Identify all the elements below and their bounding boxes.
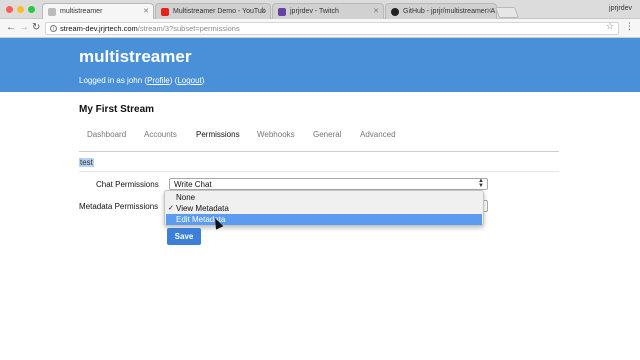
login-status: Logged in as john (Profile) (Logout) (79, 76, 204, 85)
checkmark-icon: ✓ (168, 205, 174, 212)
stream-title: My First Stream (79, 104, 155, 115)
option-none[interactable]: None (166, 192, 482, 203)
browser-toolbar: ← → ↻ i stream-dev.jrjrtech.com/stream/3… (0, 19, 640, 38)
tab-permissions[interactable]: Permissions (196, 130, 240, 139)
option-view-metadata[interactable]: ✓ View Metadata (166, 203, 482, 214)
reload-icon[interactable]: ↻ (32, 22, 40, 34)
divider (79, 171, 559, 172)
close-icon[interactable]: ✕ (486, 7, 492, 15)
forward-arrow-icon[interactable]: → (19, 22, 29, 34)
tab-title: jprjrdev - Twitch (290, 8, 339, 15)
login-prefix: Logged in as john ( (79, 76, 148, 85)
tab-title: GitHub - jprjr/multistreamer: A (403, 8, 496, 15)
chat-permissions-select[interactable]: Write Chat ▲ ▼ (169, 178, 488, 190)
url-host: stream-dev.jrjrtech.com (60, 24, 138, 33)
url-path: /stream/3?subset=permissions (137, 24, 240, 33)
close-window-button[interactable] (6, 6, 13, 13)
stream-tabs: Dashboard Accounts Permissions Webhooks … (79, 124, 559, 152)
option-label: View Metadata (176, 204, 229, 213)
browser-tab-github[interactable]: GitHub - jprjr/multistreamer: A ✕ (385, 3, 497, 19)
address-bar-input[interactable]: i stream-dev.jrjrtech.com/stream/3?subse… (45, 22, 619, 35)
info-icon[interactable]: i (50, 25, 57, 32)
browser-profile-name[interactable]: jprjrdev (609, 5, 632, 12)
tab-title: multistreamer (60, 8, 103, 15)
logout-link[interactable]: Logout (177, 76, 201, 85)
site-header: multistreamer Logged in as john (Profile… (0, 38, 640, 92)
site-title[interactable]: multistreamer (79, 47, 191, 67)
github-icon (391, 8, 399, 16)
tab-title: Multistreamer Demo - YouTub (173, 8, 266, 15)
browser-tab-multistreamer[interactable]: multistreamer ✕ (42, 3, 154, 20)
close-icon[interactable]: ✕ (143, 7, 149, 15)
tab-advanced[interactable]: Advanced (360, 130, 396, 139)
bookmark-star-icon[interactable]: ☆ (606, 21, 614, 32)
tab-accounts[interactable]: Accounts (144, 130, 177, 139)
close-icon[interactable]: ✕ (373, 7, 379, 15)
browser-menu-icon[interactable]: ⋮ (625, 21, 634, 32)
page-icon (48, 8, 56, 16)
select-arrows-icon: ▲▼ (478, 178, 484, 189)
save-button[interactable]: Save (167, 228, 201, 245)
metadata-permissions-label: Metadata Permissions (79, 202, 159, 211)
login-suffix: ) (201, 76, 205, 85)
maximize-window-button[interactable] (28, 6, 35, 13)
new-tab-button[interactable] (494, 7, 520, 18)
chat-permissions-label: Chat Permissions (96, 180, 159, 189)
browser-tab-bar: multistreamer ✕ Multistreamer Demo - You… (0, 0, 640, 20)
tab-webhooks[interactable]: Webhooks (257, 130, 295, 139)
tab-general[interactable]: General (313, 130, 341, 139)
close-icon[interactable]: ✕ (260, 7, 266, 15)
permission-user-name: test (79, 158, 94, 167)
youtube-icon (161, 8, 169, 16)
back-arrow-icon[interactable]: ← (6, 22, 16, 34)
twitch-icon (278, 8, 286, 16)
tab-dashboard[interactable]: Dashboard (87, 130, 126, 139)
browser-tab-youtube[interactable]: Multistreamer Demo - YouTub ✕ (155, 3, 271, 19)
browser-tab-twitch[interactable]: jprjrdev - Twitch ✕ (272, 3, 384, 19)
profile-link[interactable]: Profile (147, 76, 170, 85)
minimize-window-button[interactable] (17, 6, 24, 13)
chat-permissions-value: Write Chat (174, 180, 212, 189)
